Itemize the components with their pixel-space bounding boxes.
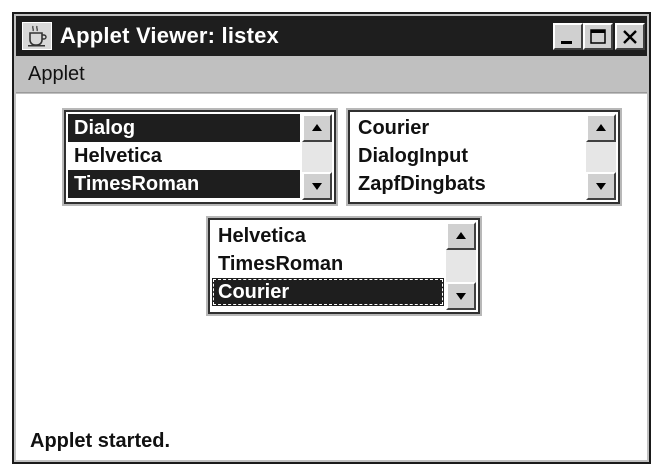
close-icon xyxy=(623,30,637,44)
font-list-1[interactable]: Dialog Helvetica TimesRoman xyxy=(62,108,338,206)
window-title: Applet Viewer: listex xyxy=(60,23,279,48)
font-list-3[interactable]: Helvetica TimesRoman Courier xyxy=(206,216,482,316)
list-item[interactable]: ZapfDingbats xyxy=(352,170,584,198)
scroll-down-button[interactable] xyxy=(302,172,332,200)
list-item[interactable]: Helvetica xyxy=(68,142,300,170)
vertical-scrollbar[interactable] xyxy=(446,222,476,310)
list-item[interactable]: TimesRoman xyxy=(212,250,444,278)
maximize-button[interactable] xyxy=(583,23,613,50)
scroll-down-button[interactable] xyxy=(446,282,476,310)
arrow-up-icon xyxy=(456,232,466,239)
minimize-icon xyxy=(561,41,572,44)
vertical-scrollbar[interactable] xyxy=(302,114,332,200)
list-item[interactable]: Helvetica xyxy=(212,222,444,250)
list-item[interactable]: DialogInput xyxy=(352,142,584,170)
arrow-down-icon xyxy=(312,183,322,190)
java-cup-icon[interactable] xyxy=(22,22,52,50)
title-bar[interactable]: Applet Viewer: listex xyxy=(16,16,647,56)
menu-applet[interactable]: Applet xyxy=(28,63,85,86)
arrow-down-icon xyxy=(596,183,606,190)
arrow-up-icon xyxy=(312,124,322,131)
arrow-up-icon xyxy=(596,124,606,131)
minimize-button[interactable] xyxy=(553,23,583,50)
applet-viewer-window: Applet Viewer: listex Applet Dialog Helv… xyxy=(12,12,651,464)
list-items: Helvetica TimesRoman Courier xyxy=(212,222,444,310)
scroll-down-button[interactable] xyxy=(586,172,616,200)
scroll-up-button[interactable] xyxy=(586,114,616,142)
list-item[interactable]: Courier xyxy=(212,278,444,306)
list-items: Courier DialogInput ZapfDingbats xyxy=(352,114,584,200)
menu-bar: Applet xyxy=(16,58,647,93)
font-list-2[interactable]: Courier DialogInput ZapfDingbats xyxy=(346,108,622,206)
applet-content: Dialog Helvetica TimesRoman Courier Dial… xyxy=(16,94,647,460)
list-item[interactable]: TimesRoman xyxy=(68,170,300,198)
scroll-up-button[interactable] xyxy=(446,222,476,250)
list-item[interactable]: Dialog xyxy=(68,114,300,142)
list-items: Dialog Helvetica TimesRoman xyxy=(68,114,300,200)
list-item[interactable]: Courier xyxy=(352,114,584,142)
close-button[interactable] xyxy=(615,23,645,50)
scroll-up-button[interactable] xyxy=(302,114,332,142)
vertical-scrollbar[interactable] xyxy=(586,114,616,200)
status-text: Applet started. xyxy=(30,430,171,452)
arrow-down-icon xyxy=(456,293,466,300)
maximize-icon xyxy=(590,29,606,44)
